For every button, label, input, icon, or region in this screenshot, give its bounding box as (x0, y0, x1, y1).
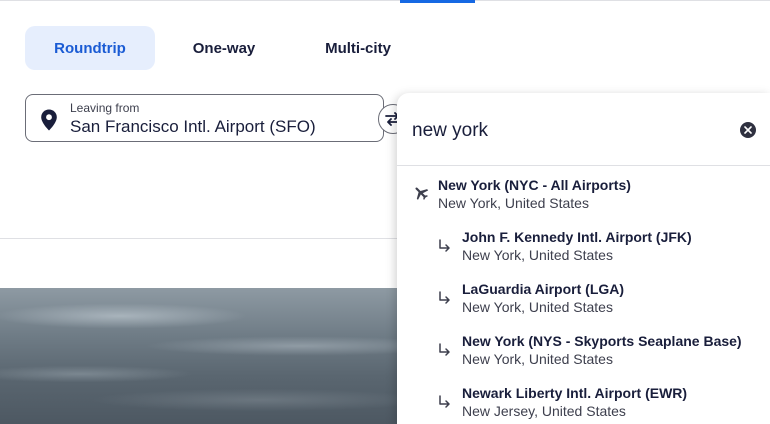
close-icon (744, 126, 752, 134)
leaving-from-field[interactable]: Leaving from San Francisco Intl. Airport… (25, 94, 384, 142)
map-pin-icon (41, 109, 57, 131)
top-divider (0, 0, 770, 1)
result-title: LaGuardia Airport (LGA) (462, 281, 625, 297)
dropdown-search-bar (397, 93, 770, 166)
active-section-indicator (400, 0, 475, 3)
ocean-waves-image (0, 288, 400, 424)
clear-search-button[interactable] (740, 122, 756, 138)
result-title: New York (NYC - All Airports) (438, 177, 631, 193)
result-subtitle: New York, United States (462, 247, 613, 263)
sub-location-arrow-icon (439, 239, 450, 252)
going-to-search-input[interactable] (412, 117, 712, 145)
sub-location-arrow-icon (439, 343, 450, 356)
result-subtitle: New York, United States (462, 299, 613, 315)
result-title: John F. Kennedy Intl. Airport (JFK) (462, 229, 692, 245)
section-divider (0, 238, 400, 239)
result-subtitle: New York, United States (438, 195, 589, 211)
tab-multi-city[interactable]: Multi-city (300, 26, 416, 70)
tab-roundtrip[interactable]: Roundtrip (25, 26, 155, 70)
sub-location-arrow-icon (439, 291, 450, 304)
leaving-from-label: Leaving from (70, 101, 140, 115)
result-item[interactable]: New York (NYS - Skyports Seaplane Base) … (397, 333, 770, 385)
result-item[interactable]: LaGuardia Airport (LGA) New York, United… (397, 281, 770, 333)
result-item[interactable]: John F. Kennedy Intl. Airport (JFK) New … (397, 229, 770, 281)
tab-one-way[interactable]: One-way (170, 26, 278, 70)
leaving-from-value: San Francisco Intl. Airport (SFO) (70, 117, 316, 136)
result-subtitle: New York, United States (462, 351, 613, 367)
location-search-dropdown: New York (NYC - All Airports) New York, … (397, 93, 770, 424)
result-subtitle: New Jersey, United States (462, 403, 626, 419)
sub-location-arrow-icon (439, 395, 450, 408)
result-item[interactable]: Newark Liberty Intl. Airport (EWR) New J… (397, 385, 770, 424)
result-item[interactable]: New York (NYC - All Airports) New York, … (397, 177, 770, 229)
result-title: Newark Liberty Intl. Airport (EWR) (462, 385, 688, 401)
result-title: New York (NYS - Skyports Seaplane Base) (462, 333, 742, 349)
plane-icon (415, 187, 429, 200)
